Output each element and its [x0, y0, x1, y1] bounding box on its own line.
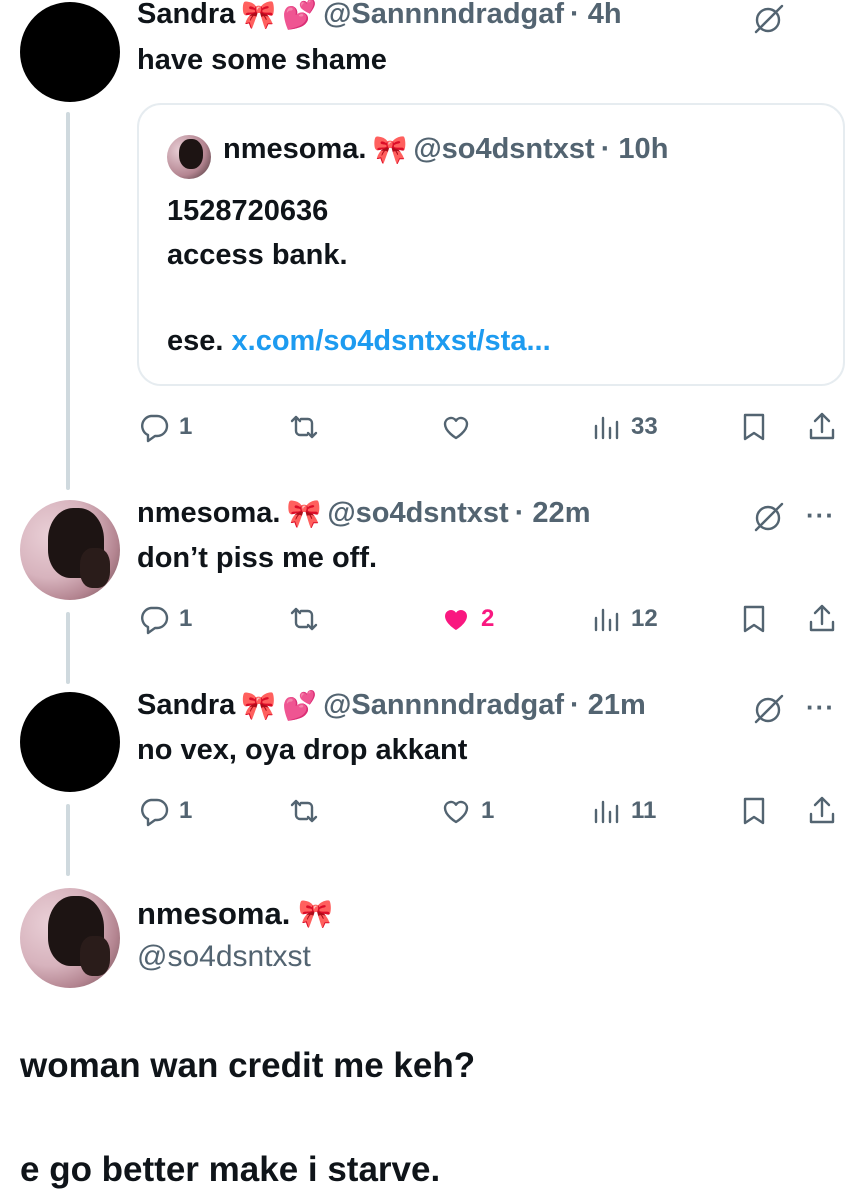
- quoted-line-1: 1528720636: [167, 195, 329, 227]
- bookmark-icon: [743, 797, 765, 825]
- author-handle[interactable]: @so4dsntxst: [137, 940, 311, 974]
- more-options-icon[interactable]: ···: [806, 692, 835, 723]
- quoted-text: ese.: [167, 325, 224, 357]
- author-handle[interactable]: @Sannnndradgaf: [323, 0, 564, 31]
- heart-filled-icon: [445, 610, 467, 630]
- bow-emoji: 🎀: [241, 0, 277, 30]
- thread-connector: [66, 112, 70, 490]
- view-count: 33: [631, 413, 658, 440]
- two-hearts-emoji: 💕: [282, 0, 318, 30]
- main-tweet-line-1: woman wan credit me keh?: [20, 1046, 476, 1085]
- author-handle[interactable]: @Sannnndradgaf: [323, 689, 564, 722]
- main-author: nmesoma. 🎀: [137, 896, 333, 932]
- reply-icon: [141, 606, 169, 635]
- thread-connector: [66, 804, 70, 876]
- view-count: 11: [631, 797, 657, 824]
- bookmark-icon: [743, 413, 765, 441]
- repost-button[interactable]: [287, 599, 329, 639]
- share-button[interactable]: [805, 407, 839, 447]
- avatar[interactable]: [20, 500, 120, 600]
- heart-icon: [443, 800, 469, 824]
- action-bar: 1 1 11: [137, 791, 845, 831]
- author-name[interactable]: Sandra: [137, 689, 235, 722]
- timestamp[interactable]: · 22m: [515, 497, 591, 530]
- views-button[interactable]: 11: [589, 791, 656, 831]
- reply-button[interactable]: 1: [137, 791, 192, 831]
- quoted-timestamp: · 10h: [600, 133, 669, 165]
- views-icon: [594, 416, 619, 440]
- reply-count: 1: [179, 413, 193, 440]
- thread-connector: [66, 612, 70, 684]
- tweet-text: no vex, oya drop akkant: [137, 734, 468, 766]
- reply-count: 1: [179, 797, 193, 824]
- repost-button[interactable]: [287, 791, 329, 831]
- avatar[interactable]: [20, 888, 120, 988]
- repost-button[interactable]: [287, 407, 329, 447]
- grok-icon[interactable]: [752, 692, 786, 726]
- like-count: 2: [481, 605, 495, 632]
- reply-count: 1: [179, 605, 193, 632]
- quoted-tweet[interactable]: nmesoma. 🎀 @so4dsntxst · 10h 1528720636 …: [137, 103, 845, 386]
- share-button[interactable]: [805, 599, 839, 639]
- bow-emoji: 🎀: [286, 497, 322, 529]
- repost-icon: [290, 415, 318, 439]
- quoted-line-2: access bank.: [167, 239, 348, 271]
- like-button[interactable]: 2: [439, 599, 494, 639]
- views-icon: [594, 608, 619, 632]
- quoted-author-name: nmesoma.: [223, 133, 367, 165]
- views-button[interactable]: 33: [589, 407, 658, 447]
- author-name[interactable]: nmesoma.: [137, 896, 290, 932]
- tweet-header: nmesoma. 🎀 @so4dsntxst · 22m: [137, 497, 590, 530]
- repost-icon: [290, 799, 318, 823]
- view-count: 12: [631, 605, 658, 632]
- timestamp[interactable]: · 21m: [570, 689, 646, 722]
- tweet-text: have some shame: [137, 44, 387, 76]
- bookmark-button[interactable]: [737, 407, 771, 447]
- bow-emoji: 🎀: [298, 898, 334, 929]
- bookmark-button[interactable]: [737, 791, 771, 831]
- grok-icon[interactable]: [752, 2, 786, 36]
- author-name[interactable]: Sandra: [137, 0, 235, 31]
- tweet-header: Sandra 🎀 💕 @Sannnndradgaf · 4h: [137, 0, 622, 31]
- main-tweet-line-2: e go better make i starve.: [20, 1150, 441, 1189]
- reply-button[interactable]: 1: [137, 407, 192, 447]
- like-button[interactable]: 1: [439, 791, 494, 831]
- share-icon: [809, 604, 835, 632]
- share-button[interactable]: [805, 791, 839, 831]
- timestamp[interactable]: · 4h: [570, 0, 622, 31]
- reply-button[interactable]: 1: [137, 599, 192, 639]
- tweet-text: don’t piss me off.: [137, 542, 378, 574]
- views-icon: [594, 800, 619, 824]
- author-handle[interactable]: @so4dsntxst: [327, 497, 508, 530]
- reply-icon: [141, 414, 169, 443]
- like-button[interactable]: [439, 407, 481, 447]
- views-button[interactable]: 12: [589, 599, 658, 639]
- quoted-line-3: ese. x.com/so4dsntxst/sta...: [167, 325, 551, 358]
- more-options-icon[interactable]: ···: [806, 500, 835, 531]
- like-count: 1: [481, 797, 495, 824]
- bow-emoji: 🎀: [241, 689, 277, 721]
- share-icon: [809, 412, 835, 440]
- quoted-avatar: [167, 135, 211, 179]
- grok-icon[interactable]: [752, 500, 786, 534]
- author-name[interactable]: nmesoma.: [137, 497, 280, 530]
- quoted-header: nmesoma. 🎀 @so4dsntxst · 10h: [223, 133, 668, 166]
- tweet-header: Sandra 🎀 💕 @Sannnndradgaf · 21m: [137, 689, 646, 722]
- share-icon: [809, 796, 835, 824]
- reply-icon: [141, 798, 169, 827]
- avatar[interactable]: [20, 692, 120, 792]
- action-bar: 1 33: [137, 407, 845, 447]
- two-hearts-emoji: 💕: [282, 689, 318, 721]
- action-bar: 1 2 12: [137, 599, 845, 639]
- repost-icon: [290, 607, 318, 631]
- bow-emoji: 🎀: [372, 133, 408, 165]
- bookmark-icon: [743, 605, 765, 633]
- quoted-link[interactable]: x.com/so4dsntxst/sta...: [232, 325, 551, 357]
- heart-icon: [443, 416, 469, 440]
- bookmark-button[interactable]: [737, 599, 771, 639]
- avatar[interactable]: [20, 2, 120, 102]
- quoted-handle: @so4dsntxst: [413, 133, 595, 165]
